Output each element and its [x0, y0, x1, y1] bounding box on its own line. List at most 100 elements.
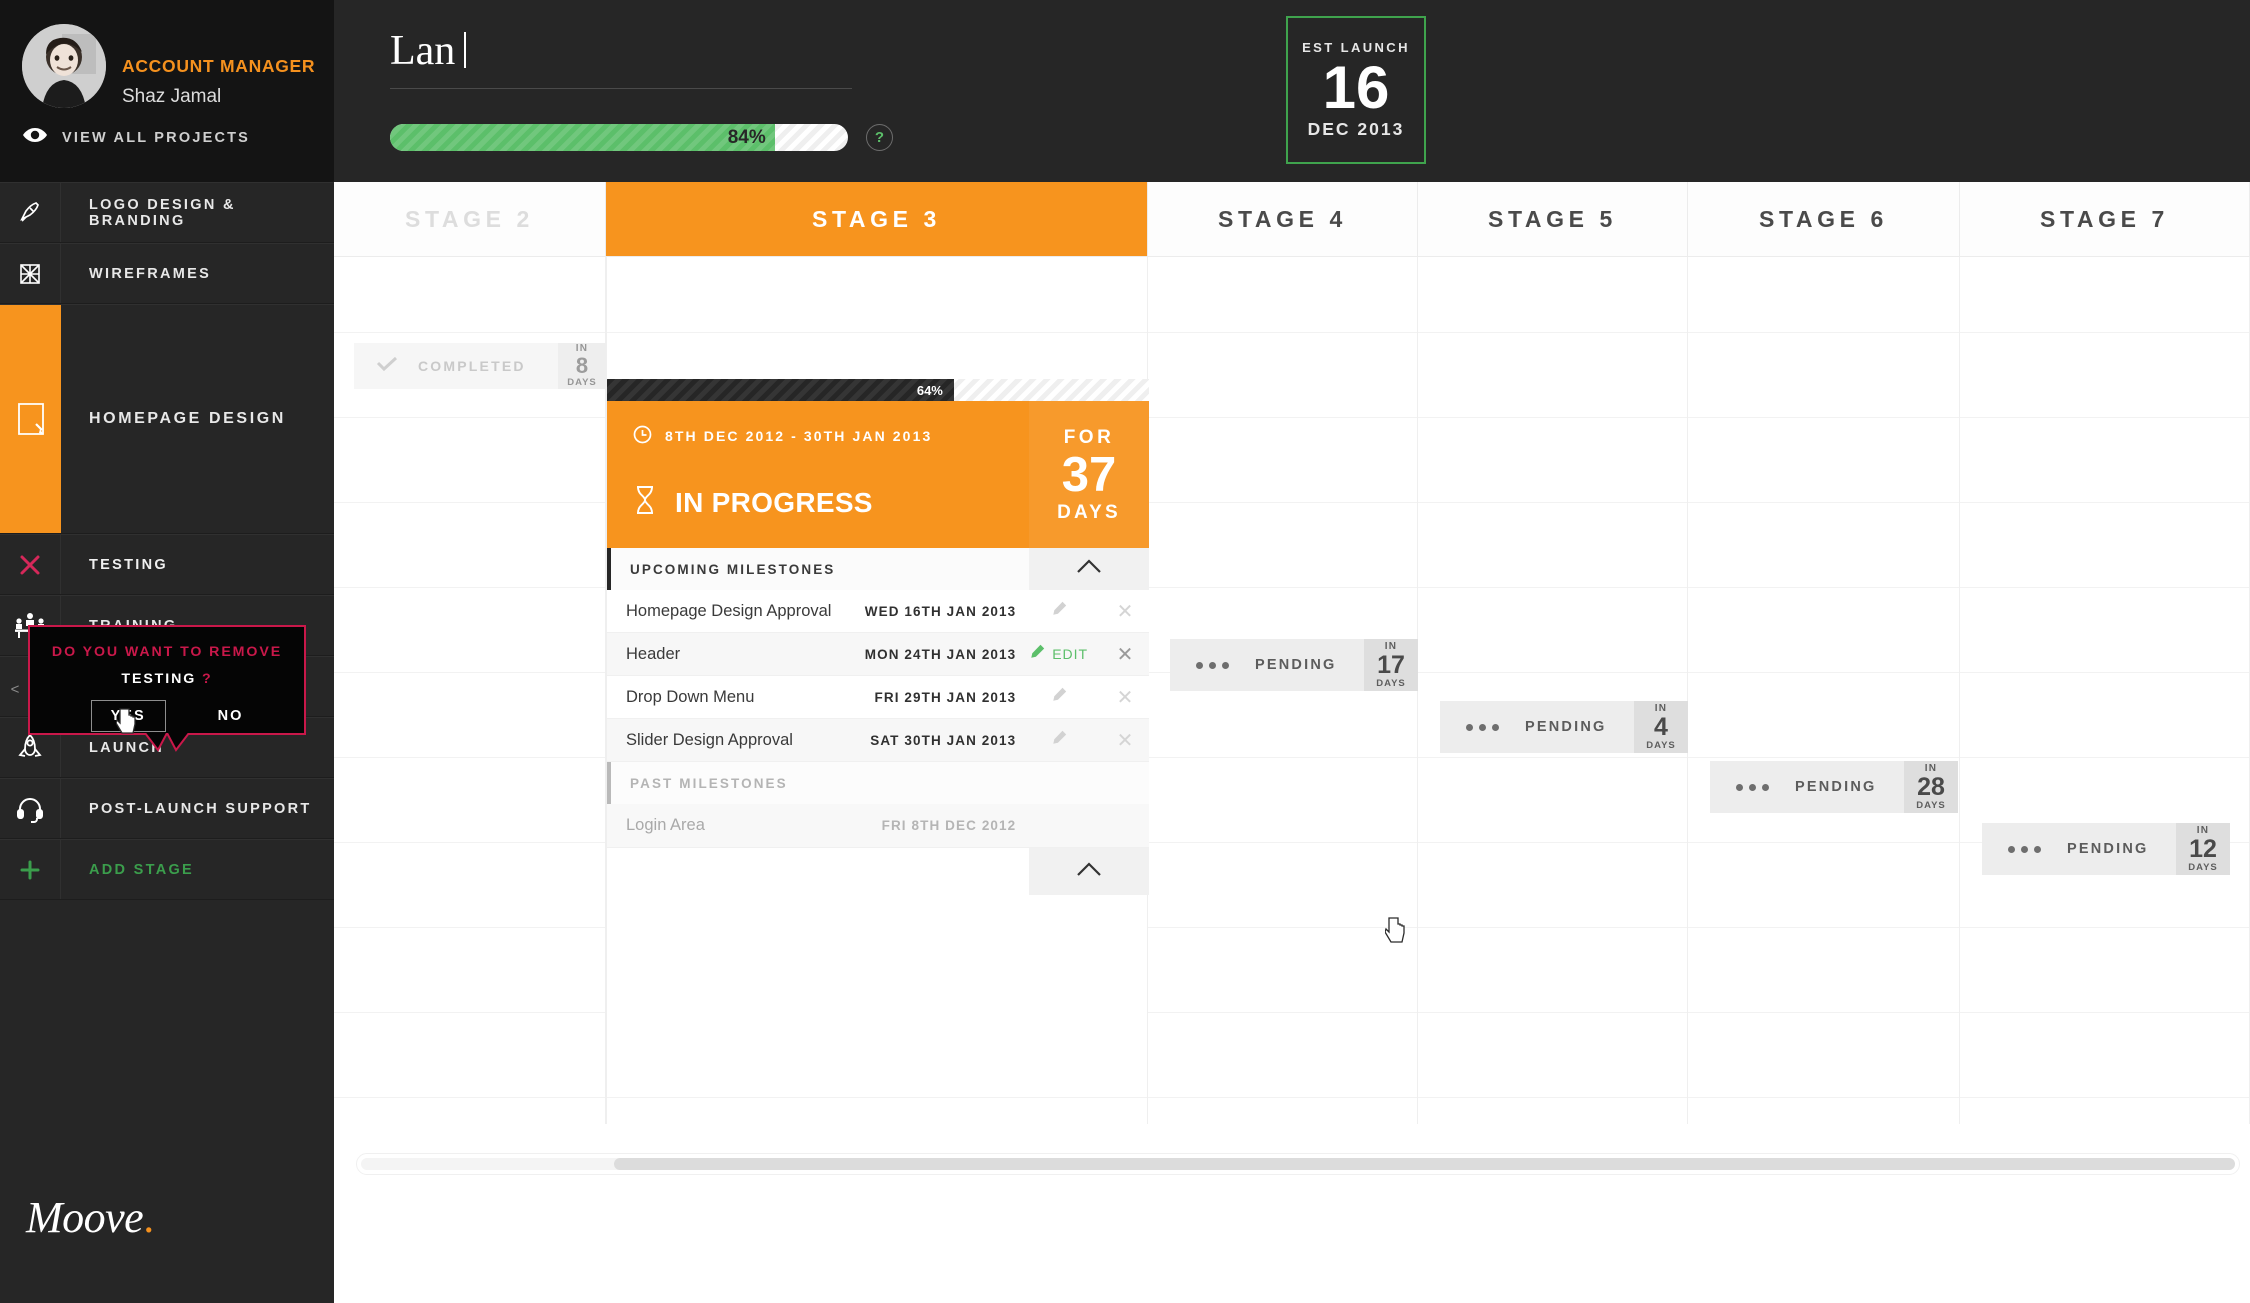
- confirm-yes-button[interactable]: YES: [90, 700, 166, 732]
- duration-days-unit: DAYS: [1057, 501, 1121, 523]
- stage-tab-4[interactable]: STAGE 4: [1148, 182, 1418, 256]
- days-number: 28: [1917, 772, 1945, 801]
- stage-progress-fill: 64%: [607, 379, 954, 401]
- headset-icon: [0, 779, 61, 838]
- pencil-icon: [1051, 601, 1067, 622]
- milestone-delete-button[interactable]: ✕: [1101, 599, 1149, 624]
- stage-tab-2[interactable]: STAGE 2: [334, 182, 606, 256]
- stage-column-4: PENDING IN 17 DAYS: [1148, 257, 1418, 1124]
- sidebar-item-add-stage[interactable]: ADD STAGE: [0, 839, 334, 900]
- milestone-delete-button[interactable]: ✕: [1101, 642, 1149, 667]
- stage-status-left: 8TH DEC 2012 - 30TH JAN 2013 IN PROGRESS: [607, 401, 1029, 548]
- view-all-projects-link[interactable]: VIEW ALL PROJECTS: [22, 127, 250, 148]
- page-edit-icon: [0, 305, 61, 533]
- milestone-date: MON 24TH JAN 2013: [864, 646, 1017, 662]
- main-area: Lan 84% ? EST LAUNCH 16 DEC 2013 STAGE 2…: [334, 0, 2250, 1303]
- card-pending[interactable]: PENDING IN 28 DAYS: [1710, 761, 1958, 813]
- milestones-collapse-button[interactable]: [1029, 848, 1149, 895]
- view-all-projects-label: VIEW ALL PROJECTS: [62, 129, 251, 146]
- completed-card-main: COMPLETED: [354, 343, 558, 389]
- milestone-edit-button[interactable]: EDIT: [1016, 644, 1101, 665]
- pencil-icon: [1051, 687, 1067, 708]
- milestone-row[interactable]: Slider Design Approval SAT 30TH JAN 2013…: [607, 719, 1149, 762]
- stage-progress-label: 64%: [916, 382, 943, 398]
- help-button[interactable]: ?: [866, 124, 893, 151]
- duration-days-number: 37: [1061, 447, 1117, 502]
- card-pending[interactable]: PENDING IN 12 DAYS: [1982, 823, 2230, 875]
- stage-column-3-active: 64% 8TH DEC 2012 - 30TH JAN 2013 IN PROG…: [606, 257, 1149, 1124]
- profile-panel: ACCOUNT MANAGER Shaz Jamal VIEW ALL PROJ…: [0, 0, 334, 182]
- clock-icon: [633, 425, 652, 447]
- est-launch-badge[interactable]: EST LAUNCH 16 DEC 2013: [1286, 16, 1426, 164]
- stage-tab-5[interactable]: STAGE 5: [1418, 182, 1688, 256]
- horizontal-scrollbar[interactable]: [356, 1153, 2240, 1175]
- account-role: ACCOUNT MANAGER: [122, 56, 316, 76]
- confirm-stage-name: TESTING: [121, 671, 197, 687]
- sidebar-item-label: LOGO DESIGN & BRANDING: [89, 196, 236, 229]
- milestone-edit-button[interactable]: [1016, 601, 1101, 622]
- past-milestones-title: PAST MILESTONES: [630, 775, 788, 791]
- sidebar-item-label: HOMEPAGE DESIGN: [89, 410, 286, 427]
- sidebar: ACCOUNT MANAGER Shaz Jamal VIEW ALL PROJ…: [0, 0, 334, 1303]
- project-progress-label: 84%: [727, 126, 766, 148]
- milestone-delete-button[interactable]: ✕: [1101, 685, 1149, 710]
- card-pending[interactable]: PENDING IN 17 DAYS: [1170, 639, 1418, 691]
- milestone-edit-button[interactable]: [1016, 687, 1101, 708]
- card-pending[interactable]: PENDING IN 4 DAYS: [1440, 701, 1688, 753]
- milestone-date: FRI 8TH DEC 2012: [881, 818, 1017, 833]
- check-icon: [376, 356, 398, 377]
- stage-tab-6[interactable]: STAGE 6: [1688, 182, 1960, 256]
- sidebar-item-wireframes[interactable]: WIREFRAMES: [0, 243, 334, 304]
- milestone-edit-button[interactable]: [1016, 730, 1101, 751]
- pencil-icon: [1029, 644, 1045, 665]
- confirm-no-button[interactable]: NO: [218, 708, 244, 724]
- sidebar-collapse-toggle[interactable]: <: [0, 668, 30, 710]
- milestone-row[interactable]: Drop Down Menu FRI 29TH JAN 2013 ✕: [607, 676, 1149, 719]
- topbar: Lan 84% ? EST LAUNCH 16 DEC 2013: [334, 0, 2250, 182]
- sidebar-item-label: TESTING: [89, 556, 168, 573]
- milestone-name: Homepage Design Approval: [626, 601, 832, 620]
- footer-spacer: [607, 848, 1029, 895]
- pending-label: PENDING: [1795, 779, 1877, 795]
- project-progress-bar[interactable]: 84%: [390, 124, 848, 151]
- card-completed[interactable]: COMPLETED IN 8 DAYS: [354, 343, 606, 389]
- milestones-footer: [607, 847, 1149, 895]
- duration-for-label: FOR: [1063, 426, 1115, 448]
- eye-icon: [22, 127, 48, 148]
- sidebar-item-testing[interactable]: TESTING: [0, 534, 334, 595]
- pending-card-main: PENDING: [1982, 823, 2176, 875]
- milestone-name: Slider Design Approval: [626, 730, 793, 749]
- sidebar-item-post-launch-support[interactable]: POST-LAUNCH SUPPORT: [0, 778, 334, 839]
- pending-days-box: IN 28 DAYS: [1904, 761, 1958, 813]
- scrollbar-thumb[interactable]: [613, 1158, 2235, 1170]
- text-caret: [464, 32, 467, 68]
- milestone-date: FRI 29TH JAN 2013: [874, 689, 1017, 705]
- stage-status-row: IN PROGRESS: [633, 485, 1029, 520]
- sidebar-nav: LOGO DESIGN & BRANDING WIREFRAMES HOMEPA…: [0, 182, 334, 900]
- upcoming-milestones-header: UPCOMING MILESTONES: [607, 548, 1149, 590]
- milestone-row[interactable]: Login Area FRI 8TH DEC 2012: [607, 804, 1149, 847]
- days-unit-label: DAYS: [567, 377, 597, 389]
- upcoming-milestones-collapse-button[interactable]: [1029, 548, 1149, 590]
- avatar[interactable]: [22, 24, 106, 108]
- milestone-row[interactable]: Header MON 24TH JAN 2013 EDIT ✕: [607, 633, 1149, 676]
- project-title-input[interactable]: Lan: [390, 28, 852, 89]
- pen-nib-icon: [0, 183, 61, 242]
- milestone-row[interactable]: Homepage Design Approval WED 16TH JAN 20…: [607, 590, 1149, 633]
- pending-label: PENDING: [2067, 841, 2149, 857]
- stage-tab-3[interactable]: STAGE 3: [606, 182, 1148, 256]
- sidebar-item-logo-design-branding[interactable]: LOGO DESIGN & BRANDING: [0, 182, 334, 243]
- milestone-date: SAT 30TH JAN 2013: [870, 732, 1017, 748]
- stage-tab-7[interactable]: STAGE 7: [1960, 182, 2250, 256]
- scrollbar-track[interactable]: [361, 1158, 2235, 1170]
- stage-progress-bar[interactable]: 64%: [607, 379, 1149, 401]
- stage-header-row: STAGE 2 STAGE 3 STAGE 4 STAGE 5 STAGE 6 …: [334, 182, 2250, 257]
- days-number: 12: [2189, 834, 2217, 863]
- milestone-delete-button[interactable]: ✕: [1101, 728, 1149, 753]
- sidebar-item-homepage-design[interactable]: HOMEPAGE DESIGN: [0, 304, 334, 534]
- stage-status-text: IN PROGRESS: [675, 486, 873, 518]
- active-stage-card: 64% 8TH DEC 2012 - 30TH JAN 2013 IN PROG…: [607, 379, 1149, 895]
- project-title-field-wrap: Lan: [390, 28, 852, 89]
- profile-text: ACCOUNT MANAGER Shaz Jamal: [122, 22, 334, 108]
- popup-tail: [145, 733, 189, 752]
